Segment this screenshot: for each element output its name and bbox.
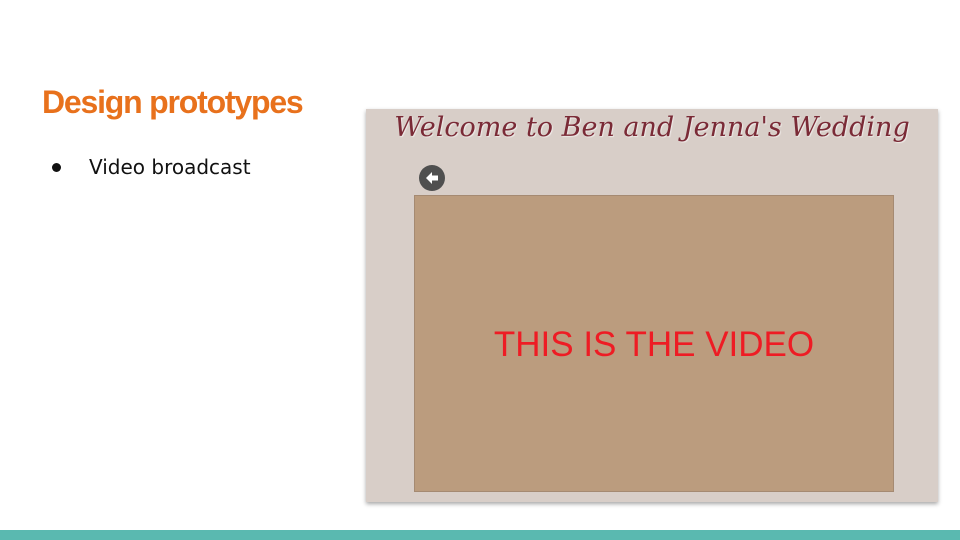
bullet-list: Video broadcast (52, 155, 251, 179)
back-button[interactable] (419, 165, 445, 191)
video-placeholder-text: THIS IS THE VIDEO (493, 324, 815, 364)
bullet-dot-icon (52, 162, 61, 172)
slide-title: Design prototypes (42, 84, 304, 120)
video-player[interactable]: THIS IS THE VIDEO (414, 195, 894, 492)
wedding-banner-title: Welcome to Ben and Jenna's Wedding (394, 112, 910, 143)
bullet-text: Video broadcast (89, 155, 251, 179)
footer-accent-bar (0, 530, 960, 540)
arrow-left-icon (426, 172, 438, 184)
bullet-item: Video broadcast (52, 155, 251, 179)
video-broadcast-mockup: Welcome to Ben and Jenna's Wedding THIS … (366, 109, 938, 502)
